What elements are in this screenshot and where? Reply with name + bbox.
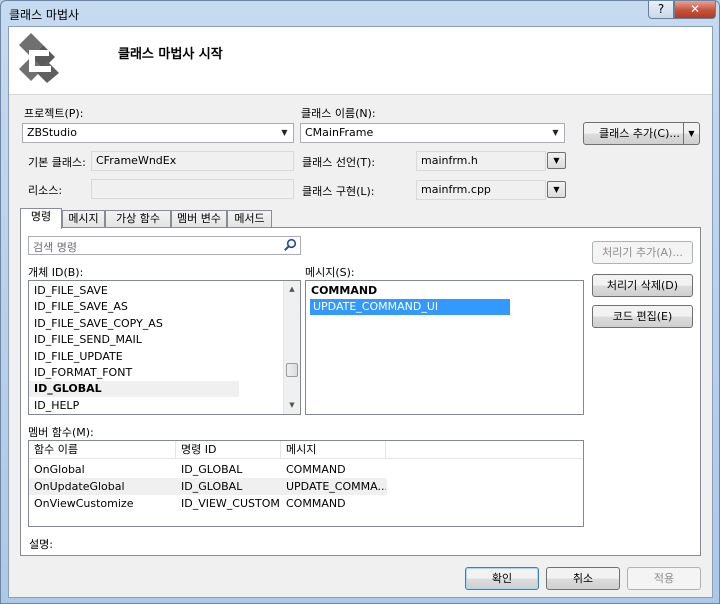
- cancel-button[interactable]: 취소: [546, 567, 620, 590]
- list-item[interactable]: COMMAND: [311, 283, 377, 299]
- object-ids-label: 개체 ID(B):: [28, 266, 84, 279]
- base-class-label: 기본 클래스:: [28, 156, 86, 169]
- add-class-button[interactable]: 클래스 추가(C)... ▼: [583, 122, 700, 145]
- class-decl-label: 클래스 선언(T):: [302, 156, 376, 169]
- apply-button[interactable]: 적용: [627, 567, 701, 590]
- project-value: ZBStudio: [27, 126, 77, 139]
- project-combo[interactable]: ZBStudio ▼: [22, 123, 294, 143]
- commands-panel: 검색 명령 개체 ID(B): 메시지(S): ID_FILE_SAVE ID_…: [20, 227, 701, 556]
- object-ids-scrollbar[interactable]: ▲ ▼: [283, 281, 300, 414]
- chevron-down-icon: ▼: [552, 128, 559, 137]
- base-class-value: CFrameWndEx: [96, 154, 177, 167]
- scroll-up-icon[interactable]: ▲: [284, 281, 300, 298]
- search-icon[interactable]: [283, 238, 297, 252]
- class-name-combo[interactable]: CMainFrame ▼: [300, 123, 565, 143]
- search-commands-input[interactable]: 검색 명령: [28, 236, 301, 255]
- table-cell: OnGlobal: [34, 463, 85, 476]
- class-decl-dropdown[interactable]: ▼: [547, 152, 566, 169]
- list-item[interactable]: ID_FILE_UPDATE: [34, 349, 123, 365]
- help-button[interactable]: ?: [648, 1, 674, 19]
- dialog-body: 클래스 마법사 시작 프로젝트(P): 클래스 이름(N): ZBStudio …: [8, 26, 713, 598]
- column-header-message[interactable]: 메시지: [281, 441, 386, 459]
- scroll-down-icon[interactable]: ▼: [284, 397, 300, 414]
- class-impl-value: mainfrm.cpp: [421, 183, 491, 196]
- class-name-label: 클래스 이름(N):: [301, 107, 376, 120]
- resource-field: [91, 179, 294, 199]
- add-class-label: 클래스 추가(C)...: [599, 127, 680, 140]
- class-impl-field: mainfrm.cpp: [416, 180, 546, 200]
- list-item[interactable]: ID_FORMAT_FONT: [34, 365, 132, 381]
- window-title: 클래스 마법사: [9, 8, 80, 22]
- add-handler-button[interactable]: 처리기 추가(A)...: [592, 241, 693, 264]
- class-impl-dropdown[interactable]: ▼: [547, 181, 566, 198]
- tab-member-variables[interactable]: 멤버 변수: [171, 210, 227, 228]
- delete-handler-button[interactable]: 처리기 삭제(D): [592, 274, 693, 297]
- column-header-function[interactable]: 함수 이름: [29, 441, 176, 459]
- table-cell: ID_GLOBAL: [181, 463, 243, 476]
- list-item[interactable]: ID_FILE_SAVE: [34, 283, 108, 299]
- search-placeholder: 검색 명령: [33, 241, 77, 254]
- column-header-command-id[interactable]: 명령 ID: [176, 441, 281, 459]
- tab-methods[interactable]: 메서드: [227, 210, 272, 228]
- project-label: 프로젝트(P):: [24, 107, 84, 120]
- table-cell: COMMAND: [286, 497, 346, 510]
- tab-messages[interactable]: 메시지: [62, 210, 105, 228]
- tab-virtual-functions[interactable]: 가상 함수: [105, 210, 171, 228]
- header-title: 클래스 마법사 시작: [118, 47, 223, 62]
- object-ids-list[interactable]: ID_FILE_SAVE ID_FILE_SAVE_AS ID_FILE_SAV…: [28, 280, 301, 415]
- edit-code-button[interactable]: 코드 편집(E): [592, 305, 693, 328]
- messages-label: 메시지(S):: [305, 266, 355, 279]
- dialog-header: 클래스 마법사 시작: [9, 27, 712, 95]
- list-item[interactable]: ID_FILE_SAVE_AS: [34, 299, 128, 315]
- class-decl-value: mainfrm.h: [421, 154, 478, 167]
- class-decl-field: mainfrm.h: [416, 151, 546, 171]
- member-functions-label: 멤버 함수(M):: [28, 426, 94, 439]
- resource-label: 리소스:: [28, 184, 63, 197]
- table-row-selected[interactable]: OnUpdateGlobal ID_GLOBAL UPDATE_COMMA...: [29, 478, 387, 495]
- table-cell: ID_VIEW_CUSTOM...: [181, 497, 281, 510]
- table-cell: ID_GLOBAL: [181, 480, 243, 493]
- table-row[interactable]: OnViewCustomize ID_VIEW_CUSTOM... COMMAN…: [29, 495, 387, 512]
- member-functions-grid[interactable]: 함수 이름 명령 ID 메시지 OnGlobal ID_GLOBAL COMMA…: [28, 440, 584, 527]
- ok-button[interactable]: 확인: [465, 567, 539, 590]
- scroll-thumb[interactable]: [286, 363, 298, 377]
- table-cell: COMMAND: [286, 463, 346, 476]
- list-item-selected[interactable]: UPDATE_COMMAND_UI: [310, 299, 510, 315]
- list-item[interactable]: ID_FILE_SEND_MAIL: [34, 332, 142, 348]
- chevron-down-icon: ▼: [281, 128, 288, 137]
- table-cell: OnUpdateGlobal: [34, 480, 125, 493]
- chevron-down-icon[interactable]: ▼: [683, 123, 699, 144]
- description-label: 설명:: [29, 538, 53, 551]
- list-item[interactable]: ID_FILE_SAVE_COPY_AS: [34, 316, 163, 332]
- class-impl-label: 클래스 구현(L):: [302, 185, 375, 198]
- table-row[interactable]: OnGlobal ID_GLOBAL COMMAND: [29, 461, 387, 478]
- class-wizard-window: 클래스 마법사 ? ✕ 클래스 마법사 시작 프로젝트(P): 클래스 이름(N…: [0, 0, 720, 604]
- tab-commands[interactable]: 명령: [20, 208, 62, 229]
- chevron-down-icon: ▼: [553, 156, 560, 165]
- base-class-field: CFrameWndEx: [91, 151, 294, 171]
- class-name-value: CMainFrame: [305, 126, 374, 139]
- list-item[interactable]: ID_HELP: [34, 398, 79, 414]
- grid-header: 함수 이름 명령 ID 메시지: [29, 441, 583, 459]
- chevron-down-icon: ▼: [553, 185, 560, 194]
- list-item-selected[interactable]: ID_GLOBAL: [29, 381, 239, 397]
- class-wizard-logo-icon: [19, 33, 59, 83]
- table-cell: UPDATE_COMMA...: [286, 480, 386, 493]
- messages-list[interactable]: COMMAND UPDATE_COMMAND_UI: [305, 280, 584, 415]
- title-bar[interactable]: 클래스 마법사 ? ✕: [1, 1, 719, 25]
- close-button[interactable]: ✕: [674, 1, 716, 19]
- table-cell: OnViewCustomize: [34, 497, 134, 510]
